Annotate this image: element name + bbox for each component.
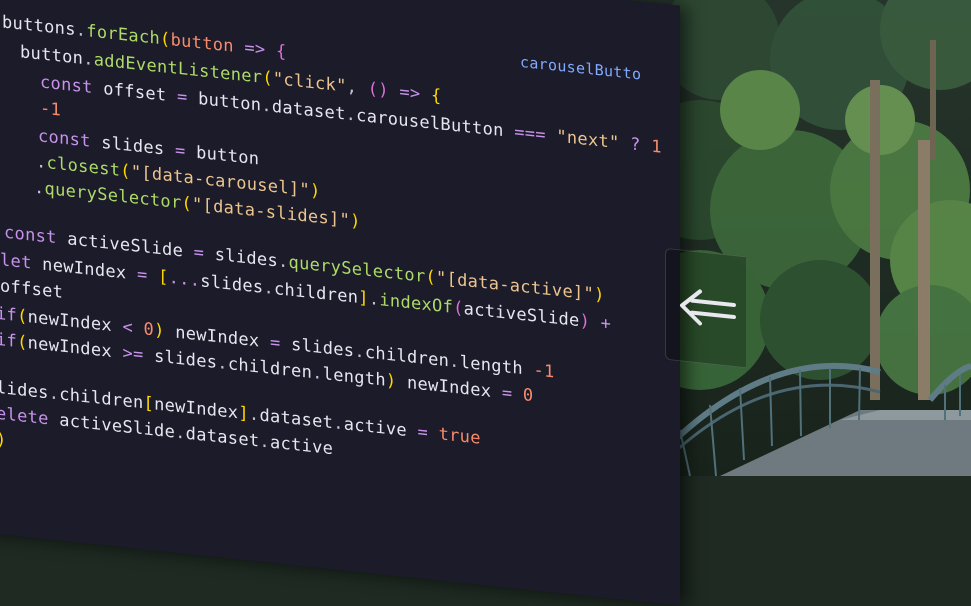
code-editor-panel: carouselButto buttons.forEach(button => … [0, 0, 680, 606]
code-line-fragment: carouselButto [520, 52, 642, 84]
carousel-prev-button[interactable] [665, 247, 746, 369]
code-line-4: -1 [40, 98, 62, 121]
code-line-10: offset [0, 276, 64, 303]
code-line-15: ) [0, 429, 7, 451]
arrow-left-icon [680, 289, 736, 326]
